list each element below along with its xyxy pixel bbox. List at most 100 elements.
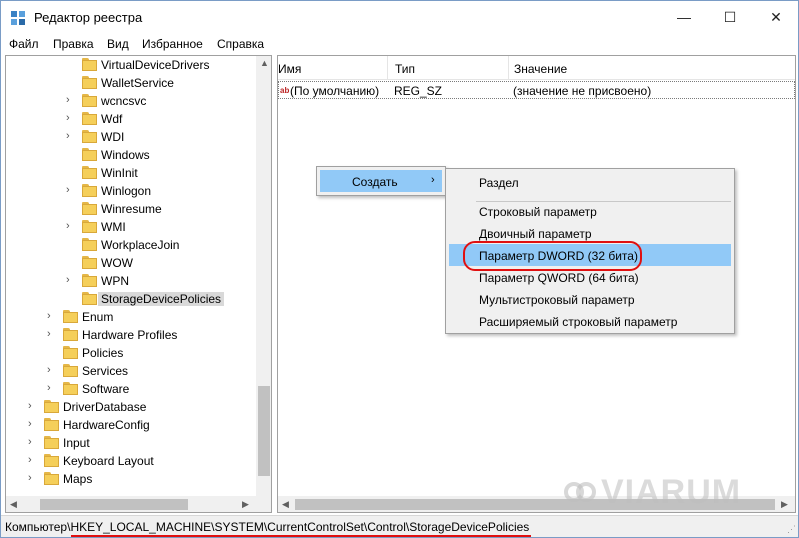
close-button[interactable]: ✕: [753, 1, 799, 33]
menu-file[interactable]: Файл: [9, 37, 39, 51]
submenu-item-string[interactable]: Строковый параметр: [449, 200, 731, 222]
tree-item[interactable]: WOW: [6, 254, 256, 272]
tree-item[interactable]: › Keyboard Layout: [6, 452, 256, 470]
scroll-right-icon[interactable]: ▶: [242, 499, 249, 510]
tree-item-label: StorageDevicePolicies: [98, 292, 225, 306]
tree-item[interactable]: Policies: [6, 344, 256, 362]
expand-chevron-icon[interactable]: ›: [66, 274, 76, 286]
tree-item[interactable]: Winresume: [6, 200, 256, 218]
value-data: (значение не присвоено): [513, 84, 652, 98]
tree-item[interactable]: › WDI: [6, 128, 256, 146]
column-type-header[interactable]: Тип: [395, 62, 415, 76]
tree-item[interactable]: › Input: [6, 434, 256, 452]
tree-item[interactable]: › Maps: [6, 470, 256, 488]
watermark-text: VIARUM: [601, 473, 742, 511]
submenu-item-key[interactable]: Раздел: [449, 171, 731, 193]
tree-item-label: Enum: [82, 310, 114, 324]
folder-icon: [82, 76, 97, 89]
expand-chevron-icon[interactable]: ›: [47, 328, 57, 340]
title-bar[interactable]: Редактор реестра — ☐ ✕: [1, 1, 798, 33]
folder-icon: [82, 148, 97, 161]
tree-item[interactable]: › HardwareConfig: [6, 416, 256, 434]
tree-item-label: Winlogon: [101, 184, 152, 198]
expand-chevron-icon[interactable]: ›: [28, 436, 38, 448]
scroll-up-icon[interactable]: ▲: [260, 58, 269, 68]
registry-editor-window: Редактор реестра — ☐ ✕ Файл Правка Вид И…: [0, 0, 799, 538]
tree-item[interactable]: VirtualDeviceDrivers: [6, 56, 256, 74]
tree-item[interactable]: › Hardware Profiles: [6, 326, 256, 344]
regedit-app-icon: [11, 11, 25, 25]
menu-favorites[interactable]: Избранное: [142, 37, 203, 51]
maximize-button[interactable]: ☐: [707, 1, 753, 33]
tree-item[interactable]: StorageDevicePolicies: [6, 290, 256, 308]
tree-item-label: wcncsvc: [101, 94, 147, 108]
tree-item-label: WPN: [101, 274, 129, 288]
expand-chevron-icon[interactable]: ›: [47, 382, 57, 394]
submenu-item-multistring[interactable]: Мультистроковый параметр: [449, 288, 731, 310]
folder-icon: [44, 436, 59, 449]
expand-chevron-icon[interactable]: ›: [66, 94, 76, 106]
expand-chevron-icon[interactable]: ›: [66, 112, 76, 124]
tree-item-label: WDI: [101, 130, 125, 144]
tree-item[interactable]: › wcncsvc: [6, 92, 256, 110]
folder-icon: [63, 328, 78, 341]
column-value-header[interactable]: Значение: [514, 62, 567, 76]
expand-chevron-icon[interactable]: ›: [47, 310, 57, 322]
column-divider[interactable]: [508, 56, 509, 80]
folder-icon: [82, 166, 97, 179]
scroll-left-icon[interactable]: ◀: [282, 499, 289, 510]
expand-chevron-icon[interactable]: ›: [66, 130, 76, 142]
tree-item-label: WinInit: [101, 166, 138, 180]
tree-item[interactable]: › DriverDatabase: [6, 398, 256, 416]
tree-hscroll-thumb[interactable]: [40, 499, 188, 510]
tree-vertical-scrollbar[interactable]: ▲: [256, 56, 271, 496]
expand-chevron-icon[interactable]: ›: [66, 184, 76, 196]
tree-item[interactable]: › Services: [6, 362, 256, 380]
folder-icon: [82, 130, 97, 143]
expand-chevron-icon[interactable]: ›: [28, 472, 38, 484]
tree-item[interactable]: › WMI: [6, 218, 256, 236]
context-menu-item-label: Создать: [352, 175, 398, 189]
expand-chevron-icon[interactable]: ›: [28, 418, 38, 430]
folder-icon: [82, 292, 97, 305]
submenu-item-label: Параметр QWORD (64 бита): [479, 271, 639, 285]
column-name-header[interactable]: Имя: [278, 62, 301, 76]
tree-item[interactable]: › Winlogon: [6, 182, 256, 200]
tree-horizontal-scrollbar[interactable]: ◀ ▶: [6, 496, 271, 512]
expand-chevron-icon[interactable]: ›: [28, 400, 38, 412]
tree-item[interactable]: WinInit: [6, 164, 256, 182]
tree-item-label: DriverDatabase: [63, 400, 147, 414]
column-divider[interactable]: [387, 56, 388, 80]
minimize-button[interactable]: —: [661, 1, 707, 33]
submenu-item-expandable-string[interactable]: Расширяемый строковый параметр: [449, 310, 731, 332]
scroll-right-icon[interactable]: ▶: [781, 499, 788, 510]
folder-icon: [44, 400, 59, 413]
table-row[interactable]: ab (По умолчанию) REG_SZ (значение не пр…: [278, 81, 795, 99]
submenu-item-label: Расширяемый строковый параметр: [479, 315, 678, 329]
menu-edit[interactable]: Правка: [53, 37, 94, 51]
menu-view[interactable]: Вид: [107, 37, 129, 51]
tree-vscroll-thumb[interactable]: [258, 386, 270, 476]
tree-item-label: WMI: [101, 220, 126, 234]
tree-item[interactable]: › Wdf: [6, 110, 256, 128]
tree-item[interactable]: Windows: [6, 146, 256, 164]
tree-item-label: VirtualDeviceDrivers: [101, 58, 210, 72]
folder-icon: [82, 274, 97, 287]
expand-chevron-icon[interactable]: ›: [28, 454, 38, 466]
tree-item[interactable]: WalletService: [6, 74, 256, 92]
expand-chevron-icon[interactable]: ›: [47, 364, 57, 376]
folder-icon: [82, 184, 97, 197]
folder-icon: [82, 58, 97, 71]
tree-item[interactable]: › WPN: [6, 272, 256, 290]
tree-item[interactable]: › Enum: [6, 308, 256, 326]
registry-path: Компьютер\HKEY_LOCAL_MACHINE\SYSTEM\Curr…: [5, 520, 530, 534]
tree-item[interactable]: › Software: [6, 380, 256, 398]
tree-item-label: Windows: [101, 148, 150, 162]
expand-chevron-icon[interactable]: ›: [66, 220, 76, 232]
folder-icon: [63, 310, 78, 323]
menu-help[interactable]: Справка: [217, 37, 264, 51]
resize-grip-icon[interactable]: ⋰: [787, 524, 796, 535]
tree-item[interactable]: WorkplaceJoin: [6, 236, 256, 254]
tree-pane[interactable]: VirtualDeviceDrivers WalletService › wcncsv…: [5, 55, 272, 513]
scroll-left-icon[interactable]: ◀: [10, 499, 17, 510]
